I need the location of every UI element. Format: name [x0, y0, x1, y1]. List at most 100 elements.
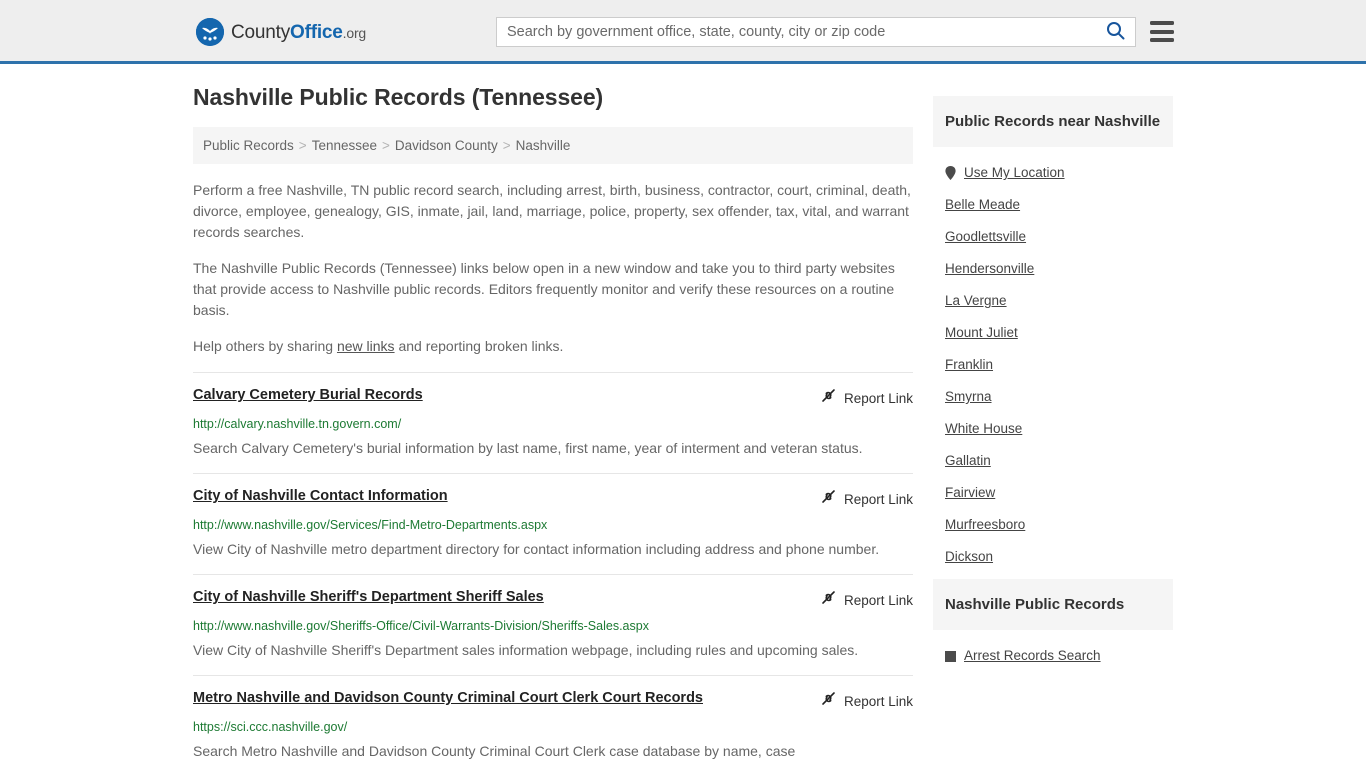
breadcrumb-separator: >	[298, 138, 307, 153]
result-url[interactable]: http://www.nashville.gov/Services/Find-M…	[193, 517, 913, 533]
sidebar-nearby-box: Public Records near Nashville Use My Loc…	[933, 96, 1173, 573]
breadcrumb-item-nashville[interactable]: Nashville	[516, 138, 571, 153]
result-title-link[interactable]: City of Nashville Sheriff's Department S…	[193, 588, 544, 607]
hamburger-bar	[1150, 21, 1174, 25]
sidebar-item-la-vergne[interactable]: La Vergne	[933, 285, 1173, 317]
sidebar-item-arrest-records-search[interactable]: Arrest Records Search	[933, 640, 1173, 672]
site-logo[interactable]: CountyOffice.org	[196, 18, 366, 46]
sidebar-item-gallatin[interactable]: Gallatin	[933, 445, 1173, 477]
search-icon	[1106, 21, 1125, 43]
result-item: Metro Nashville and Davidson County Crim…	[193, 675, 913, 768]
city-link[interactable]: Hendersonville	[945, 259, 1034, 279]
search-button[interactable]	[1095, 18, 1135, 46]
city-link[interactable]: Mount Juliet	[945, 323, 1018, 343]
result-description: Search Metro Nashville and Davidson Coun…	[193, 743, 796, 759]
main-column: Nashville Public Records (Tennessee) Pub…	[193, 84, 913, 768]
report-link-button[interactable]: Report Link	[820, 387, 913, 409]
result-item: Calvary Cemetery Burial Records Report L…	[193, 372, 913, 473]
eagle-seal-logo-icon	[196, 18, 224, 46]
sidebar-item-murfreesboro[interactable]: Murfreesboro	[933, 509, 1173, 541]
city-link[interactable]: Fairview	[945, 483, 995, 503]
sidebar-item-smyrna[interactable]: Smyrna	[933, 381, 1173, 413]
share-text-prefix: Help others by sharing	[193, 338, 337, 354]
broken-link-icon	[820, 690, 837, 712]
report-link-label: Report Link	[843, 693, 913, 709]
logo-text-org: .org	[342, 24, 367, 41]
result-url[interactable]: http://www.nashville.gov/Sheriffs-Office…	[193, 618, 913, 634]
sidebar-item-mount-juliet[interactable]: Mount Juliet	[933, 317, 1173, 349]
city-link[interactable]: La Vergne	[945, 291, 1007, 311]
new-links-link[interactable]: new links	[337, 338, 395, 354]
content-container: Nashville Public Records (Tennessee) Pub…	[193, 84, 1173, 768]
hamburger-bar	[1150, 38, 1174, 42]
sidebar-nearby-list: Use My Location Belle Meade Goodlettsvil…	[933, 147, 1173, 573]
breadcrumb-item-davidson-county[interactable]: Davidson County	[395, 138, 498, 153]
city-link[interactable]: White House	[945, 419, 1022, 439]
sidebar-item-fairview[interactable]: Fairview	[933, 477, 1173, 509]
site-header: CountyOffice.org	[0, 0, 1366, 64]
city-link[interactable]: Gallatin	[945, 451, 991, 471]
intro-paragraph-3: Help others by sharing new links and rep…	[193, 336, 913, 357]
city-link[interactable]: Dickson	[945, 547, 993, 567]
hamburger-bar	[1150, 29, 1174, 34]
result-description: View City of Nashville Sheriff's Departm…	[193, 642, 859, 658]
breadcrumb-item-public-records[interactable]: Public Records	[203, 138, 294, 153]
result-description: Search Calvary Cemetery's burial informa…	[193, 440, 863, 456]
city-link[interactable]: Goodlettsville	[945, 227, 1026, 247]
city-link[interactable]: Murfreesboro	[945, 515, 1025, 535]
sidebar-item-white-house[interactable]: White House	[933, 413, 1173, 445]
broken-link-icon	[820, 488, 837, 510]
result-item: City of Nashville Sheriff's Department S…	[193, 574, 913, 675]
share-text-suffix: and reporting broken links.	[394, 338, 564, 354]
page-body: Nashville Public Records (Tennessee) Pub…	[0, 64, 1366, 768]
sidebar-records-list: Arrest Records Search	[933, 630, 1173, 672]
intro-paragraph-2: The Nashville Public Records (Tennessee)…	[193, 260, 895, 318]
search-bar	[496, 17, 1136, 47]
sidebar-records-heading: Nashville Public Records	[933, 579, 1173, 630]
breadcrumb: Public Records > Tennessee > Davidson County…	[193, 127, 913, 164]
result-header: Calvary Cemetery Burial Records Report L…	[193, 386, 913, 409]
sidebar: Public Records near Nashville Use My Loc…	[933, 84, 1173, 768]
intro-paragraph-1: Perform a free Nashville, TN public reco…	[193, 182, 911, 240]
site-logo-text: CountyOffice.org	[231, 23, 366, 42]
logo-text-county: County	[231, 21, 291, 43]
city-link[interactable]: Franklin	[945, 355, 993, 375]
arrest-records-search-link[interactable]: Arrest Records Search	[964, 646, 1101, 666]
result-url[interactable]: https://sci.ccc.nashville.gov/	[193, 719, 913, 735]
hamburger-menu-icon[interactable]	[1150, 21, 1174, 42]
intro-text: Perform a free Nashville, TN public reco…	[193, 180, 913, 357]
breadcrumb-separator: >	[382, 138, 390, 153]
result-url[interactable]: http://calvary.nashville.tn.govern.com/	[193, 416, 913, 432]
result-item: City of Nashville Contact Information Re…	[193, 473, 913, 574]
result-header: City of Nashville Contact Information Re…	[193, 487, 913, 510]
report-link-label: Report Link	[843, 491, 913, 507]
report-link-label: Report Link	[843, 390, 913, 406]
result-title-link[interactable]: Calvary Cemetery Burial Records	[193, 386, 423, 405]
sidebar-item-franklin[interactable]: Franklin	[933, 349, 1173, 381]
result-header: City of Nashville Sheriff's Department S…	[193, 588, 913, 611]
result-header: Metro Nashville and Davidson County Crim…	[193, 689, 913, 712]
logo-text-office: Office	[290, 21, 343, 43]
result-title-link[interactable]: City of Nashville Contact Information	[193, 487, 448, 506]
search-input[interactable]	[497, 18, 1095, 46]
sidebar-item-belle-meade[interactable]: Belle Meade	[933, 189, 1173, 221]
result-title-link[interactable]: Metro Nashville and Davidson County Crim…	[193, 689, 703, 708]
city-link[interactable]: Smyrna	[945, 387, 992, 407]
sidebar-item-use-my-location[interactable]: Use My Location	[933, 157, 1173, 189]
map-pin-icon	[945, 166, 956, 180]
sidebar-nearby-heading: Public Records near Nashville	[933, 96, 1173, 147]
report-link-label: Report Link	[843, 592, 913, 608]
use-my-location-link[interactable]: Use My Location	[964, 163, 1065, 183]
report-link-button[interactable]: Report Link	[820, 690, 913, 712]
sidebar-item-goodlettsville[interactable]: Goodlettsville	[933, 221, 1173, 253]
sidebar-records-box: Nashville Public Records Arrest Records …	[933, 579, 1173, 672]
sidebar-item-dickson[interactable]: Dickson	[933, 541, 1173, 573]
city-link[interactable]: Belle Meade	[945, 195, 1020, 215]
report-link-button[interactable]: Report Link	[820, 589, 913, 611]
report-link-button[interactable]: Report Link	[820, 488, 913, 510]
breadcrumb-item-tennessee[interactable]: Tennessee	[312, 138, 377, 153]
breadcrumb-separator: >	[502, 138, 511, 153]
sidebar-item-hendersonville[interactable]: Hendersonville	[933, 253, 1173, 285]
square-bullet-icon	[945, 650, 956, 662]
broken-link-icon	[820, 387, 837, 409]
